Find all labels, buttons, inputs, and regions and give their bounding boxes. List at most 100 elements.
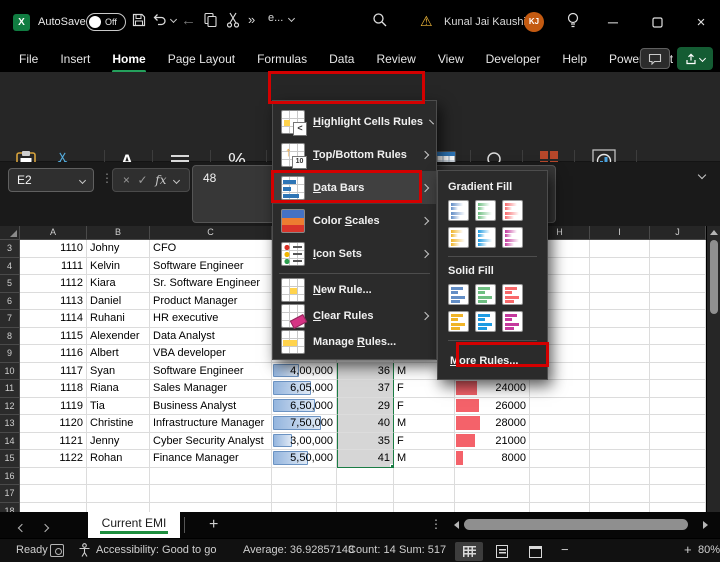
menu-tab-home[interactable]: Home bbox=[101, 47, 156, 71]
cell-A16[interactable] bbox=[20, 468, 87, 486]
cell-C12[interactable]: Business Analyst bbox=[150, 398, 272, 416]
column-header-a[interactable]: A bbox=[20, 226, 87, 240]
cell-G16[interactable] bbox=[455, 468, 530, 486]
row-header-12[interactable]: 12 bbox=[0, 398, 20, 416]
cell-J12[interactable] bbox=[650, 398, 706, 416]
cell-J4[interactable] bbox=[650, 258, 706, 276]
cell-A15[interactable]: 1122 bbox=[20, 450, 87, 468]
column-header-j[interactable]: J bbox=[650, 226, 706, 240]
menu-tab-review[interactable]: Review bbox=[365, 47, 426, 71]
cell-D16[interactable] bbox=[272, 468, 337, 486]
cell-G17[interactable] bbox=[455, 485, 530, 503]
cell-J7[interactable] bbox=[650, 310, 706, 328]
cell-B6[interactable]: Daniel bbox=[87, 293, 150, 311]
user-name[interactable]: Kunal Jai Kaushik bbox=[444, 16, 531, 28]
row-header-4[interactable]: 4 bbox=[0, 258, 20, 276]
cell-I13[interactable] bbox=[590, 415, 650, 433]
row-header-15[interactable]: 15 bbox=[0, 450, 20, 468]
cell-E12[interactable]: 29 bbox=[337, 398, 394, 416]
cell-E10[interactable]: 36 bbox=[337, 363, 394, 381]
cell-J6[interactable] bbox=[650, 293, 706, 311]
cell-D11[interactable]: 6,05,000 bbox=[272, 380, 337, 398]
cell-G11[interactable]: 24000 bbox=[455, 380, 530, 398]
cell-B3[interactable]: Johny bbox=[87, 240, 150, 258]
cell-C14[interactable]: Cyber Security Analyst bbox=[150, 433, 272, 451]
macro-record-icon[interactable] bbox=[50, 544, 64, 557]
cell-J15[interactable] bbox=[650, 450, 706, 468]
cell-I11[interactable] bbox=[590, 380, 650, 398]
cell-B15[interactable]: Rohan bbox=[87, 450, 150, 468]
row-header-14[interactable]: 14 bbox=[0, 433, 20, 451]
row-header-3[interactable]: 3 bbox=[0, 240, 20, 258]
cell-A18[interactable] bbox=[20, 503, 87, 513]
cell-C9[interactable]: VBA developer bbox=[150, 345, 272, 363]
cell-C5[interactable]: Sr. Software Engineer bbox=[150, 275, 272, 293]
zoom-in-button[interactable]: + bbox=[684, 542, 692, 557]
row-header-13[interactable]: 13 bbox=[0, 415, 20, 433]
cell-E16[interactable] bbox=[337, 468, 394, 486]
cell-G18[interactable] bbox=[455, 503, 530, 513]
cell-F15[interactable]: M bbox=[394, 450, 455, 468]
solid-green-databar-swatch[interactable] bbox=[475, 284, 496, 305]
cell-E18[interactable] bbox=[337, 503, 394, 513]
cell-A3[interactable]: 1110 bbox=[20, 240, 87, 258]
row-header-6[interactable]: 6 bbox=[0, 293, 20, 311]
cell-B13[interactable]: Christine bbox=[87, 415, 150, 433]
cell-A10[interactable]: 1117 bbox=[20, 363, 87, 381]
cell-A14[interactable]: 1121 bbox=[20, 433, 87, 451]
cell-I10[interactable] bbox=[590, 363, 650, 381]
cell-I15[interactable] bbox=[590, 450, 650, 468]
cell-C6[interactable]: Product Manager bbox=[150, 293, 272, 311]
page-break-view-button[interactable] bbox=[521, 542, 549, 561]
menu-item-clear-rules[interactable]: Clear Rules bbox=[273, 303, 436, 329]
solid-blue-databar-swatch[interactable] bbox=[448, 284, 469, 305]
cell-B16[interactable] bbox=[87, 468, 150, 486]
cell-J11[interactable] bbox=[650, 380, 706, 398]
cell-A8[interactable]: 1115 bbox=[20, 328, 87, 346]
cell-H17[interactable] bbox=[530, 485, 590, 503]
vertical-scrollbar[interactable] bbox=[706, 226, 720, 512]
cell-C4[interactable]: Software Engineer bbox=[150, 258, 272, 276]
cell-B14[interactable]: Jenny bbox=[87, 433, 150, 451]
accessibility-icon[interactable] bbox=[78, 543, 91, 560]
cell-C16[interactable] bbox=[150, 468, 272, 486]
column-header-c[interactable]: C bbox=[150, 226, 272, 240]
vertical-scrollbar-thumb[interactable] bbox=[710, 240, 718, 314]
cell-B7[interactable]: Ruhani bbox=[87, 310, 150, 328]
qat-overflow-button[interactable]: » bbox=[248, 12, 255, 27]
cell-I16[interactable] bbox=[590, 468, 650, 486]
row-header-17[interactable]: 17 bbox=[0, 485, 20, 503]
cell-E11[interactable]: 37 bbox=[337, 380, 394, 398]
menu-item-top-bottom-rules[interactable]: Top/Bottom Rules bbox=[273, 138, 436, 171]
cell-C11[interactable]: Sales Manager bbox=[150, 380, 272, 398]
menu-tab-developer[interactable]: Developer bbox=[475, 47, 552, 71]
solid-orange-databar-swatch[interactable] bbox=[448, 311, 469, 332]
cell-E13[interactable]: 40 bbox=[337, 415, 394, 433]
cell-B5[interactable]: Kiara bbox=[87, 275, 150, 293]
normal-view-button[interactable] bbox=[455, 542, 483, 561]
gradient-light-blue-databar-swatch[interactable] bbox=[475, 227, 496, 248]
cell-D18[interactable] bbox=[272, 503, 337, 513]
cell-D14[interactable]: 3,00,000 bbox=[272, 433, 337, 451]
cell-I5[interactable] bbox=[590, 275, 650, 293]
menu-item-icon-sets[interactable]: Icon Sets bbox=[273, 237, 436, 270]
zoom-level[interactable]: 80% bbox=[698, 544, 720, 556]
save-button[interactable] bbox=[131, 12, 147, 28]
cell-J13[interactable] bbox=[650, 415, 706, 433]
cell-J17[interactable] bbox=[650, 485, 706, 503]
user-avatar[interactable]: KJ bbox=[524, 12, 544, 32]
menu-tab-data[interactable]: Data bbox=[318, 47, 365, 71]
cell-H13[interactable] bbox=[530, 415, 590, 433]
cell-D10[interactable]: 4,00,000 bbox=[272, 363, 337, 381]
solid-red-databar-swatch[interactable] bbox=[502, 284, 523, 305]
cell-A9[interactable]: 1116 bbox=[20, 345, 87, 363]
cell-H12[interactable] bbox=[530, 398, 590, 416]
cell-C17[interactable] bbox=[150, 485, 272, 503]
cell-D15[interactable]: 5,50,000 bbox=[272, 450, 337, 468]
excel-logo-icon[interactable]: X bbox=[13, 14, 30, 31]
cell-D17[interactable] bbox=[272, 485, 337, 503]
redo-button-disabled[interactable]: ← bbox=[181, 12, 196, 29]
tab-bar-overflow-icon[interactable]: ⋮ bbox=[430, 517, 442, 531]
cell-B11[interactable]: Riana bbox=[87, 380, 150, 398]
cell-B4[interactable]: Kelvin bbox=[87, 258, 150, 276]
